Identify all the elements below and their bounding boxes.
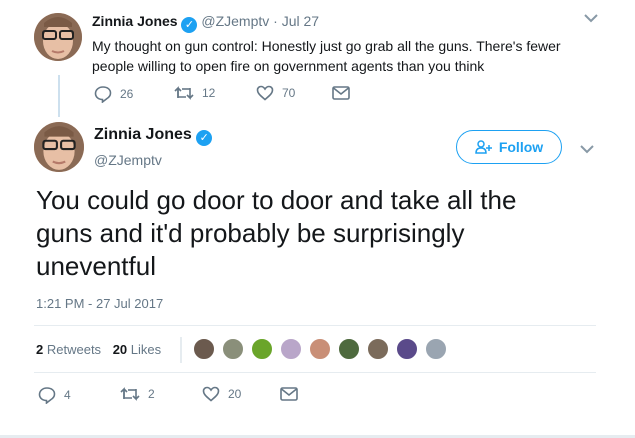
direct-message-action[interactable] bbox=[332, 86, 350, 100]
like-action[interactable]: 20 bbox=[202, 386, 241, 402]
main-tweet-author: Zinnia Jones ✓ @ZJemptv bbox=[94, 126, 213, 168]
likes-label: Likes bbox=[130, 342, 162, 357]
liker-avatar[interactable] bbox=[396, 338, 418, 360]
like-count: 20 bbox=[228, 387, 242, 401]
reply-tweet-text-line: My thought on gun control: Honestly just… bbox=[92, 38, 561, 54]
display-name[interactable]: Zinnia Jones bbox=[94, 126, 192, 143]
avatar[interactable] bbox=[34, 122, 84, 172]
likes-count: 20 bbox=[112, 342, 128, 357]
main-tweet-text-line: uneventful bbox=[36, 251, 156, 281]
handle[interactable]: @ZJemptv bbox=[94, 152, 212, 168]
retweets-label: Retweets bbox=[46, 342, 102, 357]
liker-avatar[interactable] bbox=[425, 338, 447, 360]
liker-avatar[interactable] bbox=[251, 338, 273, 360]
liker-avatar[interactable] bbox=[367, 338, 389, 360]
separator-dot: · bbox=[273, 13, 278, 29]
like-count: 70 bbox=[282, 86, 296, 100]
reply-action[interactable]: 26 bbox=[94, 85, 133, 103]
retweets-stat[interactable]: 2 Retweets bbox=[36, 342, 105, 357]
likes-stat[interactable]: 20 Likes bbox=[113, 342, 161, 357]
main-tweet-text-line: You could go door to door and take all t… bbox=[36, 185, 517, 215]
reply-count: 4 bbox=[64, 388, 71, 402]
divider bbox=[34, 372, 596, 373]
retweet-action[interactable]: 12 bbox=[174, 85, 215, 101]
display-name[interactable]: Zinnia Jones bbox=[92, 13, 178, 29]
retweets-count: 2 bbox=[36, 342, 44, 357]
retweet-icon bbox=[174, 86, 194, 100]
liker-avatar[interactable] bbox=[309, 338, 331, 360]
reply-tweet-text-line: people willing to open fire on governmen… bbox=[92, 58, 485, 74]
envelope-icon bbox=[332, 86, 350, 100]
engagement-stats: 2 Retweets 20 Likes bbox=[36, 342, 161, 357]
liker-avatar[interactable] bbox=[280, 338, 302, 360]
heart-icon bbox=[202, 386, 220, 402]
retweet-icon bbox=[120, 387, 140, 401]
liker-avatar[interactable] bbox=[222, 338, 244, 360]
handle[interactable]: @ZJemptv bbox=[201, 13, 269, 29]
liker-avatar[interactable] bbox=[193, 338, 215, 360]
tweet-timestamp[interactable]: 1:21 PM - 27 Jul 2017 bbox=[36, 296, 163, 311]
reply-icon bbox=[94, 86, 112, 103]
divider bbox=[34, 325, 596, 326]
tweet-date[interactable]: Jul 27 bbox=[282, 13, 319, 29]
main-tweet-text: You could go door to door and take all t… bbox=[36, 184, 516, 283]
retweet-count: 12 bbox=[202, 86, 216, 100]
thread-connector bbox=[58, 75, 60, 117]
retweet-action[interactable]: 2 bbox=[120, 386, 155, 402]
reply-tweet-text: My thought on gun control: Honestly just… bbox=[92, 36, 561, 76]
avatar[interactable] bbox=[34, 13, 82, 61]
verified-badge-icon: ✓ bbox=[196, 130, 213, 146]
heart-icon bbox=[256, 85, 274, 101]
add-user-icon bbox=[475, 140, 492, 154]
more-options-chevron-icon[interactable] bbox=[584, 10, 598, 28]
main-tweet-actions: 4 2 20 bbox=[38, 386, 318, 406]
retweet-count: 2 bbox=[148, 387, 155, 401]
direct-message-action[interactable] bbox=[280, 387, 298, 401]
envelope-icon bbox=[280, 387, 298, 401]
follow-label: Follow bbox=[498, 139, 544, 155]
reply-action[interactable]: 4 bbox=[38, 386, 71, 404]
reply-icon bbox=[38, 387, 56, 404]
reply-count: 26 bbox=[120, 87, 134, 101]
main-tweet-text-line: guns and it'd probably be surprisingly bbox=[36, 218, 465, 248]
reply-tweet-actions: 26 12 70 bbox=[94, 85, 374, 105]
more-options-chevron-icon[interactable] bbox=[580, 141, 594, 159]
verified-badge-icon: ✓ bbox=[181, 17, 198, 33]
like-action[interactable]: 70 bbox=[256, 85, 295, 101]
reply-tweet-header: Zinnia Jones ✓ @ZJemptv · Jul 27 bbox=[92, 13, 319, 33]
liker-avatar[interactable] bbox=[338, 338, 360, 360]
follow-button[interactable]: Follow bbox=[456, 130, 562, 164]
likers-avatar-list bbox=[180, 337, 182, 363]
